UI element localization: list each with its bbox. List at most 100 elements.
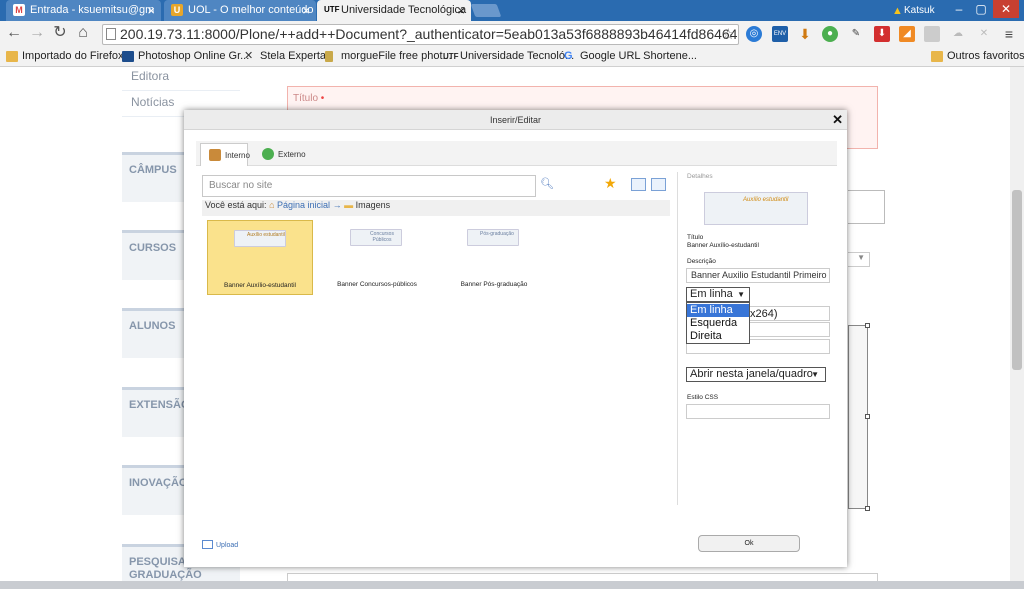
extension-icon[interactable]: ✕ — [976, 26, 992, 42]
minimize-button[interactable]: – — [948, 0, 970, 18]
utf-icon: UTF — [324, 5, 340, 14]
scrollbar-thumb[interactable] — [1012, 190, 1022, 370]
bookmark-item[interactable]: morgueFile free phot... — [325, 49, 452, 64]
gmail-icon: M — [13, 4, 25, 16]
close-tab-icon[interactable]: × — [302, 0, 310, 21]
image-item[interactable]: Concursos Públicos Banner Concursos-públ… — [324, 220, 430, 295]
favorites-star-icon[interactable]: ★ — [604, 175, 617, 192]
upload-icon — [202, 540, 213, 549]
chevron-down-icon: ▼ — [811, 370, 819, 379]
menu-icon[interactable]: ≡ — [1001, 26, 1017, 42]
resize-handle[interactable] — [865, 414, 870, 419]
alignment-option[interactable]: Esquerda — [687, 317, 749, 330]
close-tab-icon[interactable]: × — [457, 0, 465, 21]
bookmark-label: Stela Experta — [260, 50, 327, 62]
reload-button[interactable]: ↻ — [50, 23, 70, 43]
details-heading: Detalhes — [687, 173, 713, 180]
bookmark-item[interactable]: Photoshop Online Gr... — [122, 49, 249, 64]
close-icon[interactable]: ✕ — [832, 110, 843, 130]
chevron-down-icon[interactable]: ▼ — [848, 252, 870, 267]
description-input[interactable]: Banner Auxilio Estudantil Primeiro — [686, 268, 830, 283]
css-input[interactable] — [686, 404, 830, 419]
breadcrumb: Você está aqui: ⌂ Página inicial → ▬ Ima… — [202, 200, 670, 216]
google-icon: G — [564, 50, 573, 62]
alignment-option[interactable]: Em linha — [687, 304, 749, 317]
alignment-dropdown: Em linha Esquerda Direita — [686, 302, 750, 344]
back-button[interactable]: ← — [4, 23, 24, 43]
browser-tab-utfpr[interactable]: UTF Universidade Tecnológica × — [317, 0, 471, 21]
address-bar[interactable]: 200.19.73.11:8000/Plone/++add++Document?… — [102, 24, 739, 45]
utf-icon: UTF — [443, 52, 459, 61]
other-bookmarks-folder[interactable]: Outros favoritos — [931, 49, 1024, 64]
tab-label: Externo — [278, 150, 306, 159]
extension-icon[interactable]: ◎ — [746, 26, 762, 42]
upload-link[interactable]: Upload — [202, 540, 238, 549]
bookmark-star-icon[interactable]: ☆ — [722, 25, 735, 44]
tab-title: UOL - O melhor conteúdo — [188, 4, 314, 16]
resize-handle[interactable] — [865, 506, 870, 511]
alignment-selected: Em linha — [690, 288, 733, 300]
forward-button[interactable]: → — [27, 23, 47, 43]
width-input[interactable] — [750, 322, 830, 337]
thumb-text: Concursos Públicos — [370, 231, 394, 243]
extension-icon[interactable]: ENV — [772, 26, 788, 42]
thumb-text: Pós-graduação — [480, 231, 514, 237]
site-search-input[interactable]: Buscar no site — [202, 175, 536, 197]
image-item[interactable]: Auxílio estudantil Banner Auxílio-estuda… — [207, 220, 313, 295]
alignment-option[interactable]: Direita — [687, 330, 749, 343]
browser-tab-gmail[interactable]: M Entrada - ksuemitsu@gm × — [6, 0, 161, 21]
target-selected: Abrir nesta janela/quadro — [690, 368, 813, 380]
search-icon[interactable]: 🔍︎ — [540, 177, 554, 190]
extension-icon[interactable]: ☁ — [950, 26, 966, 42]
bookmark-item[interactable]: G Google URL Shortene... — [564, 49, 697, 64]
image-thumbnail: Auxílio estudantil — [234, 230, 286, 247]
insert-edit-dialog: Inserir/Editar ✕ Interno Externo Buscar … — [184, 110, 847, 567]
bookmark-item[interactable]: ✕ Stela Experta — [244, 49, 326, 64]
tab-externo[interactable]: Externo — [254, 143, 306, 166]
browser-tab-uol[interactable]: U UOL - O melhor conteúdo × — [164, 0, 316, 21]
section-label: CÂMPUS — [129, 164, 177, 176]
url-text: 200.19.73.11:8000/Plone/++add++Document?… — [120, 26, 739, 42]
target-select[interactable]: Abrir nesta janela/quadro ▼ — [686, 367, 826, 382]
profile-button[interactable]: ▲ Katsuk — [890, 3, 942, 18]
window-close-button[interactable]: ✕ — [993, 0, 1019, 18]
home-button[interactable]: ⌂ — [73, 23, 93, 43]
section-label: EXTENSÃO — [129, 399, 190, 411]
title-label: Título — [687, 234, 704, 241]
image-item[interactable]: Pós-graduação Banner Pós-graduação — [441, 220, 547, 295]
alignment-select[interactable]: Em linha ▼ — [686, 287, 750, 302]
new-tab-button[interactable] — [470, 4, 502, 17]
extension-icon[interactable]: ⬇ — [874, 26, 890, 42]
breadcrumb-separator: → — [332, 200, 342, 210]
home-icon — [209, 149, 221, 161]
ok-button[interactable]: Ok — [698, 535, 800, 552]
download-icon[interactable]: ⬇ — [797, 26, 813, 42]
bookmark-label: Photoshop Online Gr... — [138, 50, 250, 62]
breadcrumb-home-link[interactable]: Página inicial — [277, 200, 330, 210]
chevron-down-icon: ▼ — [737, 290, 745, 299]
maximize-button[interactable]: ▢ — [970, 0, 992, 18]
image-preview: Auxílio estudantil — [704, 192, 808, 225]
css-label: Estilo CSS — [687, 394, 719, 401]
grid-view-icon[interactable] — [651, 178, 666, 191]
extension-icon[interactable]: ● — [822, 26, 838, 42]
bookmark-label: morgueFile free phot... — [341, 50, 452, 62]
resize-handle[interactable] — [865, 323, 870, 328]
list-view-icon[interactable] — [631, 178, 646, 191]
folder-icon — [6, 51, 18, 62]
tab-interno[interactable]: Interno — [200, 143, 250, 166]
description-label: Descrição — [687, 258, 716, 265]
image-thumbnail: Pós-graduação — [467, 229, 519, 246]
extension-icon[interactable]: ✎ — [848, 26, 864, 42]
image-caption: Banner Pós-graduação — [460, 281, 528, 288]
sidebar-item-editora[interactable]: Editora — [122, 69, 240, 91]
close-tab-icon[interactable]: × — [147, 0, 155, 21]
bookmark-label: Universidade Tecnoló... — [460, 50, 575, 62]
profile-name: Katsuk — [904, 5, 935, 16]
extension-icon[interactable] — [924, 26, 940, 42]
dialog-header: Inserir/Editar ✕ — [184, 110, 847, 130]
extension-icon[interactable]: ◢ — [899, 26, 915, 42]
folder-icon — [931, 51, 943, 62]
bookmark-item[interactable]: UTF Universidade Tecnoló... — [443, 49, 574, 64]
bookmark-folder[interactable]: Importado do Firefox — [6, 49, 124, 64]
